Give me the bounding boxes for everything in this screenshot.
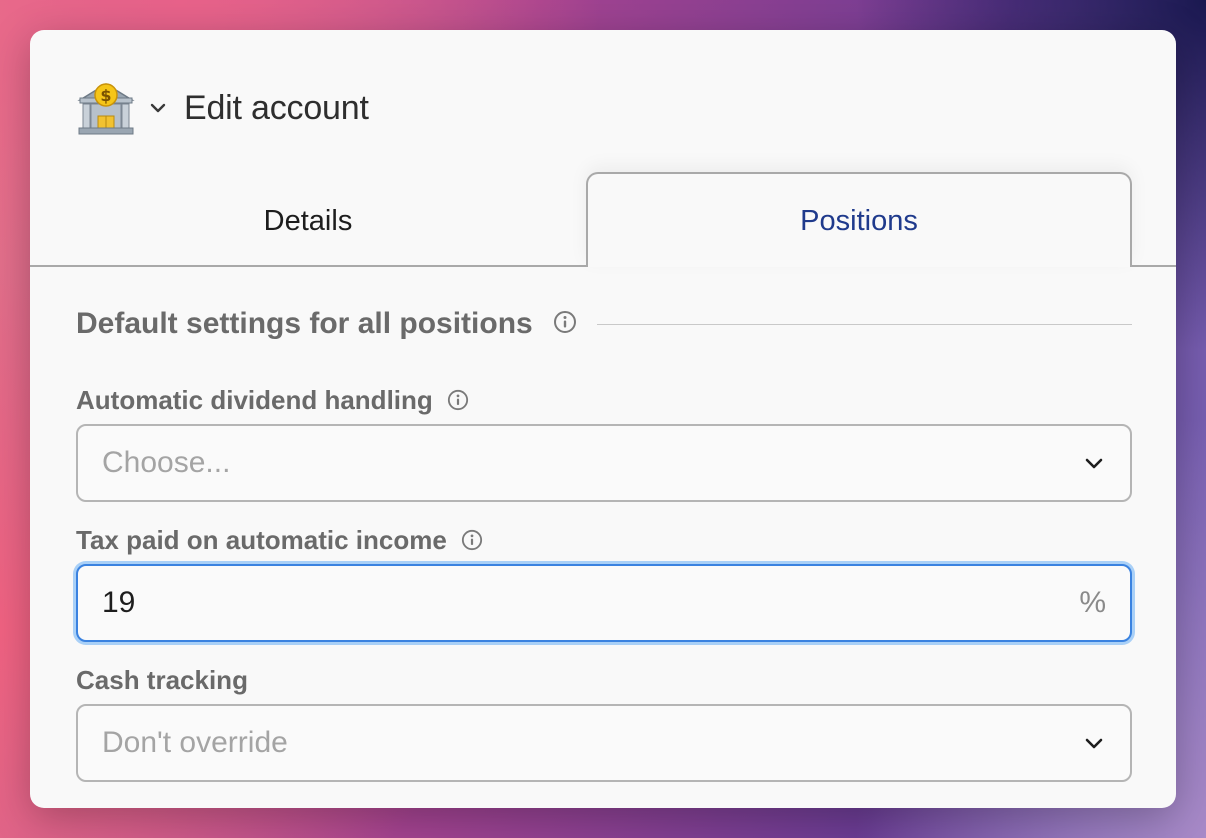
cash-tracking-label: Cash tracking <box>76 662 248 698</box>
tax-paid-input[interactable] <box>102 586 1080 620</box>
cash-tracking-select[interactable]: Don't override <box>76 704 1132 782</box>
info-icon[interactable] <box>461 527 483 558</box>
edit-account-dialog: $ Edit account Details Positions Default… <box>30 30 1176 808</box>
section-title: Default settings for all positions <box>76 307 533 340</box>
dividend-handling-placeholder: Choose... <box>102 446 231 479</box>
info-icon[interactable] <box>447 387 469 418</box>
dialog-header: $ Edit account <box>76 76 369 140</box>
dividend-handling-label-text: Automatic dividend handling <box>76 384 433 415</box>
bank-icon[interactable]: $ <box>76 78 136 138</box>
dividend-handling-label: Automatic dividend handling <box>76 382 469 418</box>
chevron-down-icon[interactable] <box>148 98 168 118</box>
tax-paid-label: Tax paid on automatic income <box>76 522 483 558</box>
dialog-title: Edit account <box>184 88 369 127</box>
dividend-handling-select[interactable]: Choose... <box>76 424 1132 502</box>
cash-tracking-label-text: Cash tracking <box>76 664 248 695</box>
tax-paid-label-text: Tax paid on automatic income <box>76 524 447 555</box>
info-icon[interactable] <box>553 310 577 339</box>
svg-text:$: $ <box>100 86 111 105</box>
section-divider <box>596 323 1132 325</box>
chevron-down-icon <box>1082 731 1106 755</box>
tax-paid-field[interactable]: % <box>76 564 1132 642</box>
tab-positions[interactable]: Positions <box>586 172 1132 267</box>
cash-tracking-value: Don't override <box>102 726 288 759</box>
section-header: Default settings for all positions <box>76 302 1132 346</box>
percent-suffix: % <box>1079 586 1106 619</box>
chevron-down-icon <box>1082 451 1106 475</box>
tab-details[interactable]: Details <box>30 172 586 266</box>
tab-bar: Details Positions <box>30 172 1176 267</box>
